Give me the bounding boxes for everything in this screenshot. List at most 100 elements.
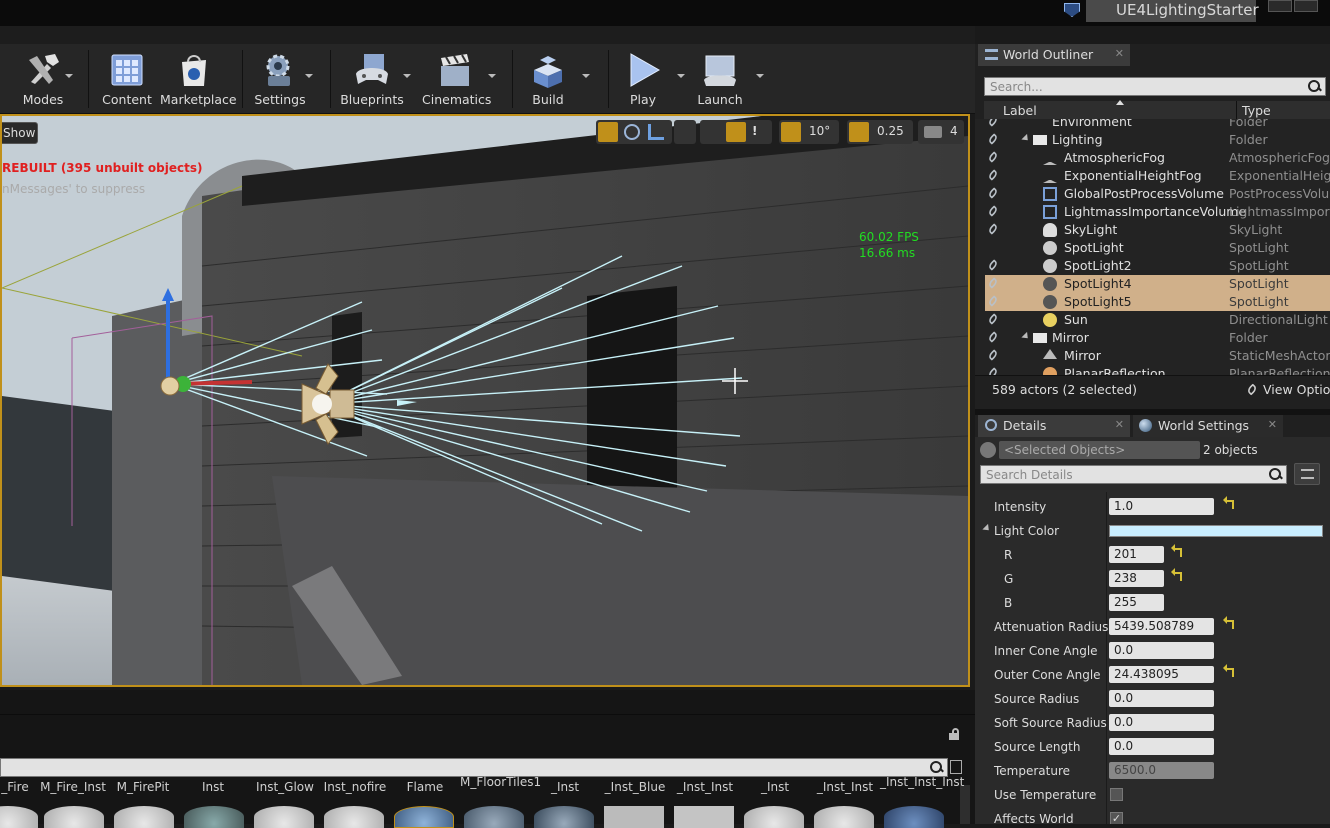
- outliner-row[interactable]: GlobalPostProcessVolume PostProcessVolu: [975, 185, 1329, 203]
- asset-thumbnail[interactable]: [44, 806, 104, 828]
- scale-icon[interactable]: [648, 124, 664, 140]
- save-search-icon[interactable]: [950, 760, 962, 774]
- outliner-row[interactable]: PlanarReflection PlanarReflection: [975, 365, 1330, 375]
- col-label[interactable]: Label: [1003, 103, 1037, 118]
- outliner-search-input[interactable]: Search...: [984, 77, 1326, 96]
- outliner-row[interactable]: Sun DirectionalLight: [975, 311, 1328, 329]
- col-type[interactable]: Type: [1242, 103, 1271, 118]
- visibility-eye-icon[interactable]: [987, 151, 999, 163]
- reset-arrow-icon[interactable]: [1171, 568, 1182, 581]
- asset-thumbnail[interactable]: [184, 806, 244, 828]
- project-name-tab[interactable]: UE4LightingStarter: [1064, 0, 1259, 22]
- rotation-snap-value[interactable]: 10°: [809, 124, 830, 138]
- asset-thumbnail[interactable]: [394, 806, 454, 828]
- source-length-input[interactable]: 0.0: [1109, 738, 1214, 755]
- tab-world-outliner[interactable]: World Outliner ✕: [978, 44, 1130, 66]
- marketplace-button[interactable]: Marketplace: [160, 48, 237, 108]
- visibility-eye-icon[interactable]: [987, 367, 999, 375]
- tab-details[interactable]: Details ✕: [978, 415, 1130, 437]
- show-button[interactable]: Show: [2, 122, 38, 144]
- build-button[interactable]: Build: [522, 48, 574, 108]
- asset-thumbnail[interactable]: [534, 806, 594, 828]
- cinematics-button[interactable]: Cinematics: [422, 48, 491, 108]
- level-viewport[interactable]: Show REBUILT (395 unbuilt objects) nMess…: [0, 114, 970, 687]
- scale-snap-icon[interactable]: [849, 122, 869, 142]
- asset-thumbnail[interactable]: [254, 806, 314, 828]
- asset-thumbnail[interactable]: [814, 806, 874, 828]
- visibility-eye-icon[interactable]: [987, 133, 999, 145]
- minimize-button[interactable]: [1268, 0, 1292, 12]
- coordinate-space-icon[interactable]: [674, 120, 696, 144]
- reset-arrow-icon[interactable]: [1171, 544, 1182, 557]
- reset-arrow-icon[interactable]: [1223, 664, 1234, 677]
- launch-dropdown-arrow[interactable]: [756, 74, 764, 78]
- use-temperature-checkbox[interactable]: [1110, 788, 1123, 801]
- outliner-row[interactable]: Lighting Folder: [975, 131, 1320, 149]
- asset-thumbnail[interactable]: [884, 806, 944, 828]
- visibility-eye-icon[interactable]: [987, 119, 999, 127]
- view-options-button[interactable]: View Option: [1246, 382, 1330, 397]
- expand-arrow-icon[interactable]: [1021, 133, 1031, 144]
- launch-button[interactable]: Launch: [696, 48, 744, 108]
- play-button[interactable]: Play: [618, 48, 668, 108]
- scale-snap-value[interactable]: 0.25: [877, 124, 904, 138]
- outliner-row[interactable]: Mirror Folder: [975, 329, 1320, 347]
- close-icon[interactable]: ✕: [1115, 418, 1124, 431]
- outliner-row[interactable]: Mirror StaticMeshActor: [975, 347, 1330, 365]
- outliner-row[interactable]: AtmosphericFog AtmosphericFog: [975, 149, 1330, 167]
- b-input[interactable]: 255: [1109, 594, 1164, 611]
- asset-thumbnail[interactable]: [324, 806, 384, 828]
- reset-arrow-icon[interactable]: [1223, 496, 1234, 509]
- visibility-eye-icon[interactable]: [987, 187, 999, 199]
- visibility-eye-icon[interactable]: [987, 223, 999, 235]
- blueprints-dropdown-arrow[interactable]: [403, 74, 411, 78]
- settings-dropdown-arrow[interactable]: [305, 74, 313, 78]
- content-scrollbar[interactable]: [960, 785, 970, 824]
- rotation-snap-icon[interactable]: [781, 122, 801, 142]
- details-search-input[interactable]: Search Details: [980, 465, 1287, 484]
- asset-thumbnail[interactable]: [464, 806, 524, 828]
- content-button[interactable]: Content: [98, 48, 156, 108]
- outliner-row[interactable]: SpotLight2 SpotLight: [975, 257, 1320, 275]
- g-input[interactable]: 238: [1109, 570, 1164, 587]
- rotate-icon[interactable]: [624, 124, 640, 140]
- asset-thumbnail[interactable]: [744, 806, 804, 828]
- tab-world-settings[interactable]: World Settings ✕: [1133, 415, 1283, 437]
- intensity-input[interactable]: 1.0: [1109, 498, 1214, 515]
- cinematics-dropdown-arrow[interactable]: [488, 74, 496, 78]
- selected-objects-field[interactable]: <Selected Objects>: [999, 441, 1200, 459]
- asset-thumbnail[interactable]: [114, 806, 174, 828]
- visibility-eye-icon[interactable]: [987, 277, 999, 289]
- close-icon[interactable]: ✕: [1115, 47, 1124, 60]
- play-dropdown-arrow[interactable]: [677, 74, 685, 78]
- affects-world-checkbox[interactable]: ✓: [1110, 812, 1123, 824]
- visibility-eye-icon[interactable]: [987, 169, 999, 181]
- outer-cone-input[interactable]: 24.438095: [1109, 666, 1214, 683]
- visibility-eye-icon[interactable]: [987, 349, 999, 361]
- asset-thumbnail[interactable]: [674, 806, 734, 828]
- temperature-input[interactable]: 6500.0: [1109, 762, 1214, 779]
- expand-arrow-icon[interactable]: [1021, 331, 1031, 342]
- collapse-arrow-icon[interactable]: [982, 523, 992, 534]
- outliner-row[interactable]: LightmassImportanceVolume LightmassImport: [975, 203, 1330, 221]
- reset-arrow-icon[interactable]: [1223, 616, 1234, 629]
- attenuation-input[interactable]: 5439.508789: [1109, 618, 1214, 635]
- lock-icon[interactable]: [948, 728, 960, 740]
- outliner-row[interactable]: ExponentialHeightFog ExponentialHeig: [975, 167, 1330, 185]
- modes-dropdown-arrow[interactable]: [65, 74, 73, 78]
- soft-source-radius-input[interactable]: 0.0: [1109, 714, 1214, 731]
- blueprints-button[interactable]: Blueprints: [340, 48, 404, 108]
- outliner-row[interactable]: SkyLight SkyLight: [975, 221, 1320, 239]
- settings-button[interactable]: Settings: [252, 48, 308, 108]
- grid-size-indicator[interactable]: !: [752, 124, 757, 138]
- light-color-swatch[interactable]: [1109, 525, 1323, 537]
- camera-speed-group[interactable]: 4: [918, 120, 964, 144]
- outliner-row[interactable]: SpotLight SpotLight: [975, 239, 1320, 257]
- outliner-row[interactable]: Environment Folder: [975, 119, 1320, 131]
- modes-button[interactable]: Modes: [14, 48, 72, 108]
- visibility-eye-icon[interactable]: [987, 313, 999, 325]
- source-radius-input[interactable]: 0.0: [1109, 690, 1214, 707]
- asset-thumbnail[interactable]: [604, 806, 664, 828]
- close-icon[interactable]: ✕: [1268, 418, 1277, 431]
- outliner-row-selected[interactable]: SpotLight5 SpotLight: [985, 293, 1330, 311]
